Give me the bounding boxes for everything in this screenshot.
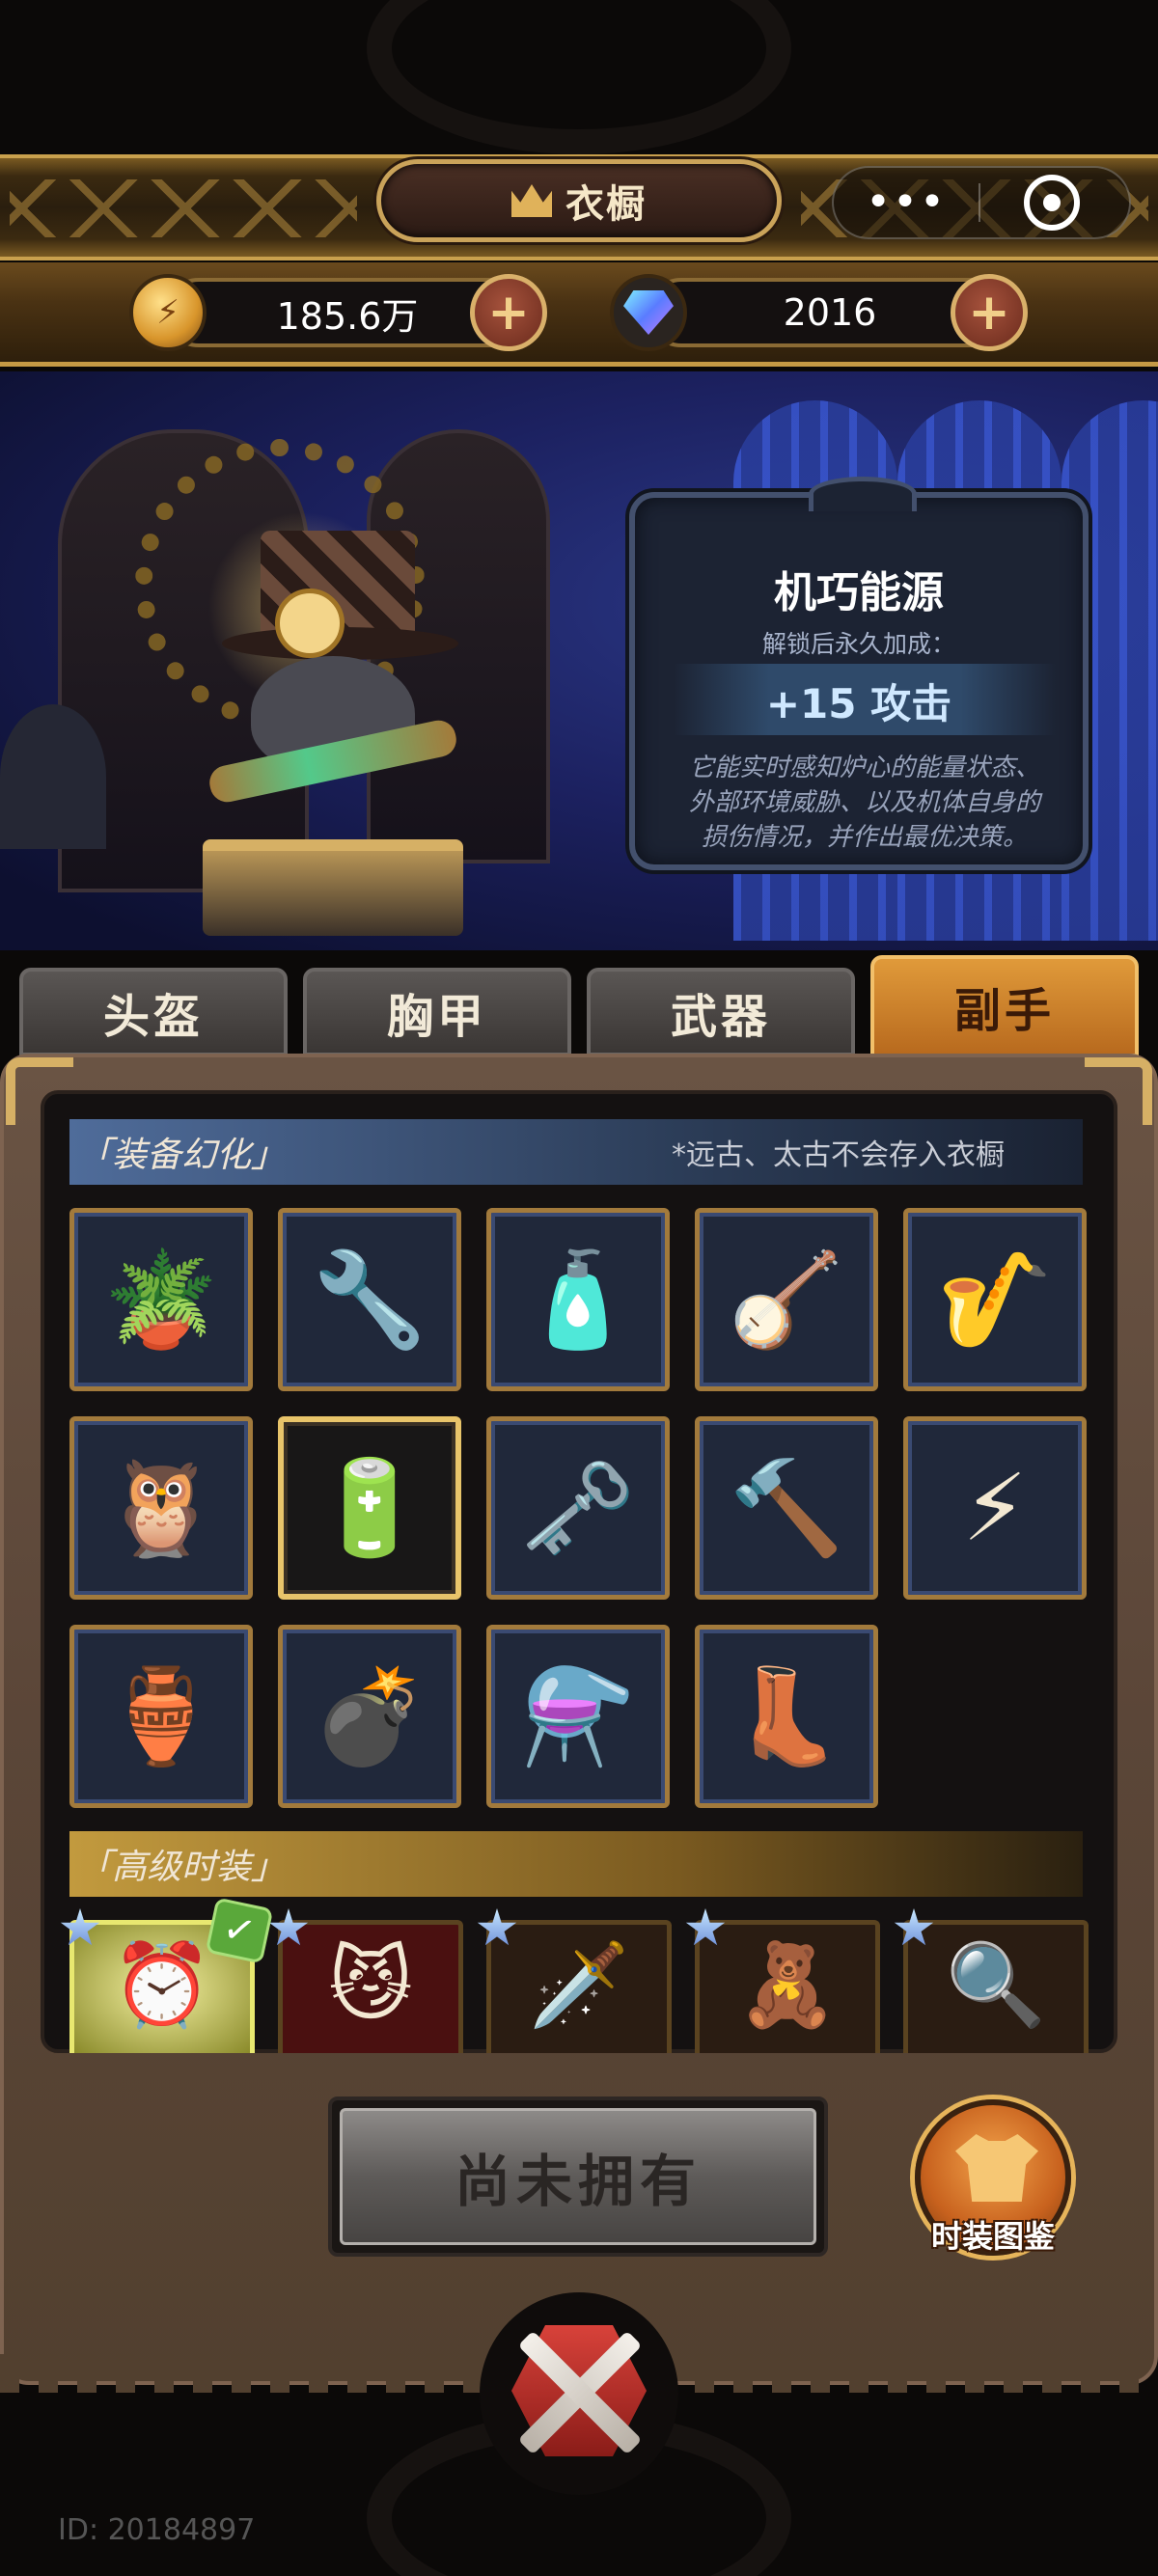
item-name: 机巧能源	[774, 568, 944, 617]
wardrobe-slot[interactable]: 🪕	[695, 1208, 878, 1391]
mannequin-bust	[0, 704, 106, 849]
page-title: 衣橱	[565, 182, 647, 227]
magnifier-icon: 🔍	[945, 1937, 1047, 2032]
wind-up-key-icon: 🗝️	[520, 1454, 636, 1562]
wardrobe-slot[interactable]: 🔨	[695, 1416, 878, 1600]
wardrobe-slot[interactable]: 🗝️	[486, 1416, 670, 1600]
fashion-slot[interactable]: 🗡️	[486, 1920, 672, 2053]
item-description: 它能实时感知炉心的能量状态、 外部环境威胁、以及机体自身的 损伤情况，并作出最优…	[688, 754, 1040, 852]
fashion-codex-label: 时装图鉴	[930, 2218, 1055, 2255]
owl-robot-icon: 🦉	[103, 1454, 219, 1562]
wardrobe-slot[interactable]: 👢	[695, 1625, 878, 1808]
tab-chest[interactable]: 胸甲	[303, 968, 571, 1056]
more-menu-icon[interactable]: •••	[834, 181, 979, 224]
not-owned-label: 尚未拥有	[340, 2108, 816, 2245]
fashion-slot[interactable]: 🔍	[903, 1920, 1089, 2053]
close-target-icon[interactable]	[1024, 175, 1080, 231]
equipped-check-icon: ✓	[205, 1897, 274, 1964]
wardrobe-slot[interactable]: 💣	[278, 1625, 461, 1808]
tab-offhand[interactable]: 副手	[870, 955, 1139, 1057]
wardrobe-screen: 衣橱 ••• 185.6万 ⚡ + 2016 + 机巧能源 解锁后永久加成： +…	[0, 0, 1158, 2576]
section-premium-fashion: 「高级时装」	[69, 1831, 1083, 1897]
bottle-icon: 🧴	[520, 1246, 636, 1354]
tab-helmet[interactable]: 头盔	[19, 968, 288, 1056]
item-info-panel: 机巧能源 解锁后永久加成： +15 攻击 它能实时感知炉心的能量状态、 外部环境…	[629, 477, 1089, 870]
boots-icon: 👢	[729, 1662, 844, 1770]
ornament-top	[367, 0, 791, 154]
energy-canister-icon: 🔋	[312, 1454, 427, 1562]
item-unlock-label: 解锁后永久加成：	[761, 630, 955, 658]
pedestal	[203, 839, 463, 936]
wardrobe-slot[interactable]: 🔋	[278, 1416, 461, 1600]
wardrobe-slot[interactable]: 🏺	[69, 1625, 253, 1808]
add-gold-button[interactable]: +	[470, 274, 547, 351]
hammer-icon: 🔨	[729, 1454, 844, 1562]
item-bonus: +15 攻击	[765, 680, 952, 727]
wardrobe-slot[interactable]: 🧴	[486, 1208, 670, 1391]
section-note: *远古、太古不会存入衣橱	[672, 1138, 1005, 1172]
gold-coin-icon: ⚡	[129, 274, 207, 351]
character-avatar	[169, 453, 497, 936]
bomb-icon: 💣	[312, 1662, 427, 1770]
bear-balloon-icon: 🧸	[736, 1937, 839, 2032]
wardrobe-slot[interactable]: 🪴	[69, 1208, 253, 1391]
fashion-slot[interactable]: 😼	[278, 1920, 463, 2053]
spiked-vase-icon: 🏺	[103, 1662, 219, 1770]
potted-plant-icon: 🪴	[103, 1246, 219, 1354]
shirt-icon	[955, 2134, 1038, 2202]
lute-icon: 🪕	[729, 1246, 844, 1354]
crown-icon	[511, 184, 552, 217]
alarm-clock-icon: ⏰	[111, 1937, 213, 2032]
saxophone-icon: 🎷	[937, 1246, 1053, 1354]
fashion-slot[interactable]: 🧸	[695, 1920, 880, 2053]
title-plate: 衣橱	[376, 159, 782, 242]
gem-icon	[610, 274, 687, 351]
spear-icon: 🗡️	[528, 1937, 630, 2032]
wardrobe-slot[interactable]: 🦉	[69, 1416, 253, 1600]
clock-ornament-icon	[275, 589, 345, 658]
tab-weapon[interactable]: 武器	[587, 968, 855, 1056]
capsule-divider	[979, 183, 980, 222]
cat-mask-icon: 😼	[328, 1937, 413, 2032]
potion-icon: ⚗️	[520, 1662, 636, 1770]
not-owned-button[interactable]: 尚未拥有	[328, 2096, 828, 2257]
mini-program-capsule: •••	[832, 166, 1131, 239]
wardrobe-slot[interactable]: ⚡	[903, 1416, 1087, 1600]
tesla-coil-icon: ⚡	[962, 1454, 1028, 1562]
user-id: ID: 20184897	[58, 2513, 256, 2547]
wardrobe-slot[interactable]: ⚗️	[486, 1625, 670, 1808]
add-gem-button[interactable]: +	[951, 274, 1028, 351]
wardrobe-slot[interactable]: 🔧	[278, 1208, 461, 1391]
wrench-icon: 🔧	[312, 1246, 427, 1354]
wardrobe-slot[interactable]: 🎷	[903, 1208, 1087, 1391]
